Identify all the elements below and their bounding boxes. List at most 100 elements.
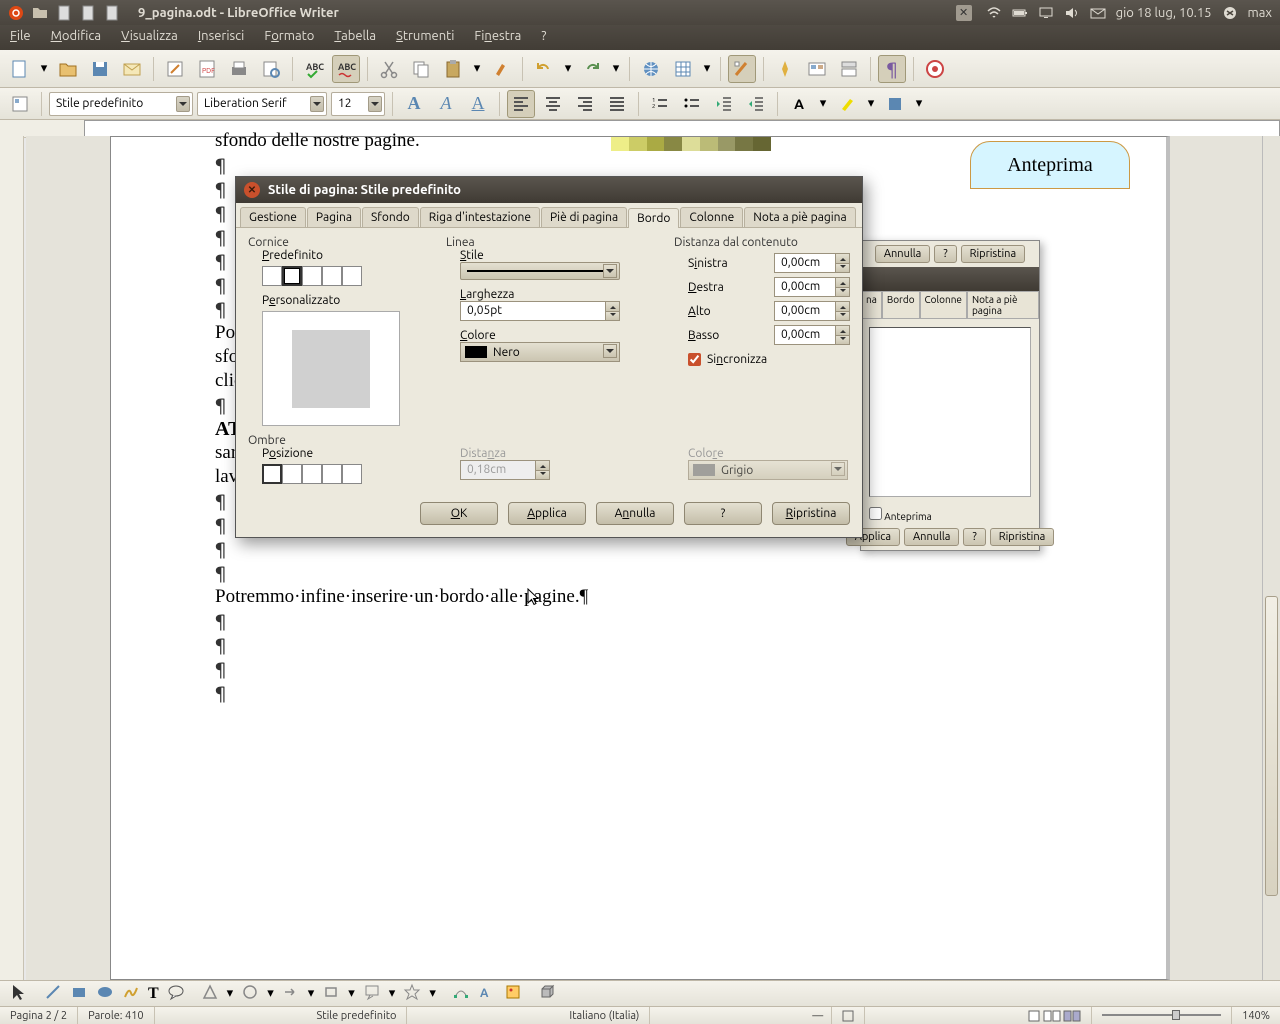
menu-finestra[interactable]: Finestra — [464, 25, 531, 50]
rect-tool[interactable] — [70, 983, 88, 1004]
align-justify-button[interactable] — [603, 90, 631, 118]
status-view-layout[interactable] — [1017, 1007, 1092, 1024]
applica-button[interactable]: Applica — [508, 502, 586, 525]
decrease-indent-button[interactable] — [710, 90, 738, 118]
paragraph-style-combo[interactable]: Stile predefinito — [49, 92, 193, 116]
align-left-button[interactable] — [507, 90, 535, 118]
arrow-shapes-tool[interactable] — [282, 983, 300, 1004]
ok-button[interactable]: OK — [420, 502, 498, 525]
ellipse-tool[interactable] — [96, 983, 114, 1004]
highlight-dropdown[interactable]: ▾ — [865, 96, 877, 111]
fontwork-tool[interactable]: A — [478, 983, 496, 1004]
help-button[interactable] — [921, 55, 949, 83]
tab-riga-intestazione[interactable]: Riga d'intestazione — [420, 207, 540, 227]
bold-button[interactable]: A — [400, 90, 428, 118]
align-right-button[interactable] — [571, 90, 599, 118]
new-doc-button[interactable] — [6, 55, 34, 83]
volume-icon[interactable] — [1064, 5, 1080, 21]
bg-dialog-ripristina-2[interactable]: Ripristina — [990, 528, 1055, 546]
align-center-button[interactable] — [539, 90, 567, 118]
tab-colonne[interactable]: Colonne — [680, 207, 743, 227]
preset-3[interactable] — [322, 266, 342, 286]
increase-indent-button[interactable] — [742, 90, 770, 118]
flowchart-tool[interactable] — [322, 983, 340, 1004]
redo-dropdown[interactable]: ▾ — [610, 61, 622, 76]
doc-icon-3[interactable] — [104, 5, 120, 21]
tab-bordo[interactable]: Bordo — [628, 208, 679, 228]
destra-spinner[interactable]: 0,00cm — [774, 277, 850, 297]
font-color-button[interactable]: A — [785, 90, 813, 118]
line-color-combo[interactable]: Nero — [460, 342, 620, 362]
shadow-br[interactable] — [282, 464, 302, 484]
paste-dropdown[interactable]: ▾ — [471, 61, 483, 76]
table-dropdown[interactable]: ▾ — [701, 61, 713, 76]
power-icon[interactable] — [1222, 5, 1238, 21]
clock[interactable]: gio 18 lug, 10.15 — [1116, 6, 1212, 20]
print-button[interactable] — [225, 55, 253, 83]
tab-gestione[interactable]: Gestione — [240, 207, 306, 227]
save-button[interactable] — [86, 55, 114, 83]
menu-strumenti[interactable]: Strumenti — [386, 25, 464, 50]
nonprinting-chars-button[interactable]: ¶ — [878, 55, 906, 83]
bullet-list-button[interactable] — [678, 90, 706, 118]
data-sources-button[interactable] — [835, 55, 863, 83]
redo-button[interactable] — [578, 55, 606, 83]
help-button[interactable]: ? — [684, 502, 762, 525]
status-page[interactable]: Pagina 2 / 2 — [0, 1007, 78, 1024]
status-insert-mode[interactable]: — — [802, 1007, 832, 1024]
status-zoom[interactable]: 140% — [1232, 1007, 1280, 1024]
menu-visualizza[interactable]: Visualizza — [111, 25, 188, 50]
select-tool[interactable] — [10, 983, 28, 1004]
window-close-button[interactable]: ✕ — [956, 5, 972, 21]
italic-button[interactable]: A — [432, 90, 460, 118]
menu-help[interactable]: ? — [531, 25, 556, 50]
tab-nota-pie[interactable]: Nota a piè pagina — [744, 207, 855, 227]
undo-button[interactable] — [530, 55, 558, 83]
from-file-tool[interactable] — [504, 983, 522, 1004]
battery-icon[interactable] — [1012, 5, 1028, 21]
star-shapes-tool[interactable] — [403, 983, 421, 1004]
wifi-icon[interactable] — [986, 5, 1002, 21]
pdf-button[interactable]: PDF — [193, 55, 221, 83]
new-doc-dropdown[interactable]: ▾ — [38, 61, 50, 76]
menu-file[interactable]: File — [0, 25, 41, 50]
gallery-button[interactable] — [803, 55, 831, 83]
shadow-bl[interactable] — [322, 464, 342, 484]
basso-spinner[interactable]: 0,00cm — [774, 325, 850, 345]
status-selection-mode[interactable] — [832, 1007, 865, 1024]
numbered-list-button[interactable]: 12 — [646, 90, 674, 118]
bg-dialog-annulla-2[interactable]: Annulla — [904, 528, 959, 546]
symbol-shapes-tool[interactable] — [241, 983, 259, 1004]
shadow-tr[interactable] — [302, 464, 322, 484]
callout-shapes-tool[interactable] — [363, 983, 381, 1004]
draw-functions-button[interactable] — [728, 55, 756, 83]
font-name-combo[interactable]: Liberation Serif — [197, 92, 327, 116]
font-size-combo[interactable]: 12 — [331, 92, 385, 116]
text-tool[interactable]: T — [148, 985, 159, 1003]
bg-dialog-ripristina[interactable]: Ripristina — [961, 245, 1026, 263]
mail-icon[interactable] — [1090, 5, 1106, 21]
user-label[interactable]: max — [1248, 6, 1272, 20]
bg-dialog-help-2[interactable]: ? — [963, 528, 985, 546]
line-tool[interactable] — [44, 983, 62, 1004]
freeform-tool[interactable] — [122, 983, 140, 1004]
underline-button[interactable]: A — [464, 90, 492, 118]
ubuntu-icon[interactable] — [8, 5, 24, 21]
vertical-ruler[interactable] — [0, 136, 24, 980]
sinistra-spinner[interactable]: 0,00cm — [774, 253, 850, 273]
status-lang[interactable]: Italiano (Italia) — [559, 1007, 650, 1024]
print-preview-button[interactable] — [257, 55, 285, 83]
folder-icon[interactable] — [32, 5, 48, 21]
callout-tool[interactable] — [167, 983, 185, 1004]
font-color-dropdown[interactable]: ▾ — [817, 96, 829, 111]
scrollbar-thumb[interactable] — [1265, 596, 1278, 896]
preset-4[interactable] — [342, 266, 362, 286]
menu-modifica[interactable]: Modifica — [41, 25, 111, 50]
tab-pie-pagina[interactable]: Piè di pagina — [541, 207, 627, 227]
extrusion-tool[interactable] — [538, 983, 556, 1004]
open-button[interactable] — [54, 55, 82, 83]
menu-tabella[interactable]: Tabella — [324, 25, 386, 50]
alto-spinner[interactable]: 0,00cm — [774, 301, 850, 321]
dialog-title-bar[interactable]: ✕ Stile di pagina: Stile predefinito — [236, 177, 862, 203]
spellcheck-button[interactable]: ABC — [300, 55, 328, 83]
